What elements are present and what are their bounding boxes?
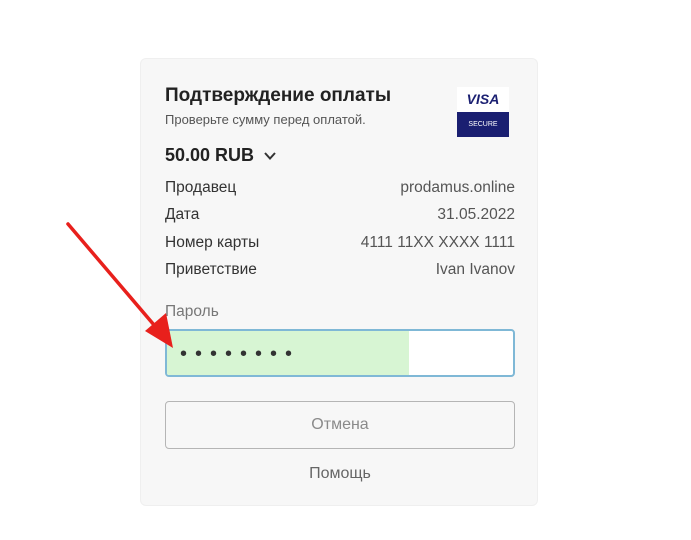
visa-logo-text: VISA (457, 87, 509, 112)
visa-secure-logo: VISA SECURE (457, 87, 509, 137)
detail-label: Приветствие (165, 261, 257, 279)
cancel-button[interactable]: Отмена (165, 401, 515, 449)
password-label: Пароль (165, 303, 219, 320)
payment-confirmation-card: Подтверждение оплаты Проверьте сумму пер… (140, 58, 538, 506)
detail-label: Продавец (165, 179, 237, 196)
detail-row-card-number: Номер карты 4111 11XX XXXX 1111 (165, 234, 515, 261)
payment-details: Продавец prodamus.online Дата 31.05.2022… (165, 179, 515, 289)
password-masked-value: •••••••• (180, 343, 301, 365)
page-subtitle: Проверьте сумму перед оплатой. (165, 112, 366, 127)
amount-toggle[interactable]: 50.00 RUB (165, 145, 277, 166)
detail-value: Ivan Ivanov (435, 261, 515, 279)
visa-logo-subtext: SECURE (457, 112, 509, 137)
detail-value: 4111 11XX XXXX 1111 (360, 233, 515, 251)
help-link[interactable]: Помощь (141, 465, 539, 483)
page-title: Подтверждение оплаты (165, 85, 392, 106)
detail-row-date: Дата 31.05.2022 (165, 206, 515, 233)
detail-label: Номер карты (165, 233, 260, 251)
detail-value: 31.05.2022 (437, 206, 515, 224)
detail-row-greeting: Приветствие Ivan Ivanov (165, 261, 515, 288)
password-input[interactable]: •••••••• (165, 329, 515, 377)
amount-value: 50.00 RUB (165, 145, 255, 165)
detail-row-merchant: Продавец prodamus.online (165, 179, 515, 206)
detail-label: Дата (165, 206, 200, 224)
detail-value: prodamus.online (400, 179, 515, 196)
chevron-down-icon (264, 151, 276, 160)
